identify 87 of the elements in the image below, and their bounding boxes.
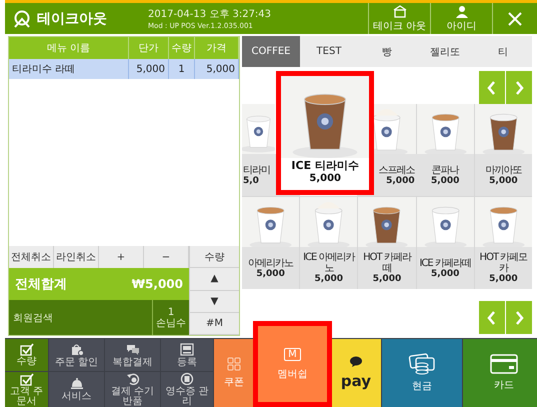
product-tile[interactable]: 콘파나 5,000	[416, 154, 474, 196]
order-button[interactable]: +	[99, 246, 144, 268]
product-tile[interactable]: HOT 카페모카 5,000	[474, 247, 532, 289]
cash-button[interactable]: 현금	[382, 339, 462, 407]
function-button[interactable]: 서비스	[49, 372, 104, 407]
product-name: 스프레소	[378, 164, 415, 176]
product-tile[interactable]: 마끼아또 5,000	[474, 154, 532, 196]
card-button[interactable]: 카드	[463, 339, 537, 407]
product-price: 5,000	[430, 268, 460, 278]
product-price: 5,000	[314, 274, 344, 284]
button-label: pay	[340, 372, 372, 390]
member-search-button[interactable]: 회원검색	[9, 300, 152, 335]
function-button[interactable]: 복합결제	[105, 339, 160, 371]
category-tab[interactable]: 젤리또	[416, 36, 474, 67]
product-price: 5,0	[243, 176, 259, 186]
total-label: 전체합계	[15, 276, 67, 293]
toggle-button[interactable]: 고객 주문서	[5, 372, 48, 407]
column-header: 가격	[194, 37, 238, 59]
product-price: 5,000	[489, 176, 518, 186]
product-name: HOT 카페모카	[478, 252, 528, 274]
screen-icon	[180, 342, 194, 356]
product-price: 5,000	[386, 176, 415, 186]
function-button[interactable]: 주문 할인	[49, 339, 104, 371]
total-amount: ₩5,000	[132, 277, 183, 291]
product-price: 5,000	[308, 173, 342, 184]
side-button[interactable]: 수량	[189, 246, 239, 268]
function-button[interactable]: 결제 수기 반품	[105, 372, 160, 407]
chat-icon	[126, 342, 140, 356]
product-name: ICE 아메리카노	[302, 252, 356, 274]
side-button[interactable]: #M	[189, 312, 239, 335]
product-name: 티라미	[243, 164, 270, 176]
side-button[interactable]: ▼	[189, 290, 239, 313]
return-icon	[126, 372, 140, 385]
product-name: 콘파나	[432, 164, 459, 176]
column-header: 단가	[128, 37, 168, 59]
button-label: 멤버쉽	[278, 368, 308, 380]
bell-icon	[70, 377, 84, 390]
product-name: 마끼아또	[485, 164, 522, 176]
category-tab[interactable]: 빵	[358, 36, 416, 67]
order-button[interactable]: 전체취소	[9, 246, 54, 268]
speech-bubble-icon	[349, 356, 363, 368]
guest-count: 1	[168, 306, 174, 318]
function-button[interactable]: 등록	[161, 339, 213, 371]
product-tile[interactable]: HOT 카페라떼 5,000	[358, 247, 416, 289]
bag-icon	[70, 342, 84, 356]
guest-label: 손님수	[156, 318, 186, 328]
membership-icon: M	[284, 348, 301, 360]
product-price: 5,000	[489, 274, 518, 284]
order-button[interactable]: 라인취소	[54, 246, 99, 268]
product-price: 5,000	[372, 274, 402, 284]
store-icon	[392, 4, 406, 18]
category-tab[interactable]: 티	[474, 36, 532, 67]
product-name: 아메리카노	[248, 258, 294, 268]
side-button[interactable]: ▲	[189, 268, 239, 290]
next-button[interactable]	[506, 301, 532, 334]
product-price: 5,000	[430, 176, 460, 186]
next-button[interactable]	[506, 71, 532, 104]
card-icon	[490, 354, 518, 374]
app-title: 테이크아웃	[37, 10, 107, 28]
column-header: 메뉴 이름	[9, 37, 128, 59]
column-header: 수량	[168, 37, 194, 59]
cash-icon	[408, 353, 436, 375]
table-cell: 5,000	[128, 59, 168, 79]
category-tab[interactable]: TEST	[300, 36, 358, 67]
toggle-button[interactable]: 수량	[5, 339, 48, 371]
product-tile[interactable]: ICE 카페라떼 5,000	[416, 247, 474, 289]
date-time: 2017-04-13 오후 3:27:43	[148, 8, 272, 21]
product-tile[interactable]: ICE 아메리카노 5,000	[300, 247, 358, 289]
order-row[interactable]: 티라미수 라떼 5,000 1 5,000	[9, 59, 238, 79]
function-button[interactable]: 영수증 관리	[161, 372, 213, 407]
prev-button[interactable]	[479, 71, 505, 104]
kakaopay-button[interactable]: pay	[331, 339, 381, 407]
order-button[interactable]: −	[144, 246, 189, 268]
close-icon	[507, 10, 523, 26]
person-icon	[454, 4, 468, 18]
table-cell: 티라미수 라떼	[9, 59, 128, 79]
category-tab[interactable]: COFFEE	[242, 36, 300, 67]
prev-button[interactable]	[479, 301, 505, 334]
grid-icon	[227, 357, 241, 371]
product-name: ICE 티라미수	[290, 158, 360, 173]
table-cell: 5,000	[194, 59, 238, 79]
table-cell: 1	[168, 59, 194, 79]
logo-icon	[13, 10, 31, 28]
product-price: 5,000	[256, 268, 285, 278]
product-name: HOT 카페라떼	[362, 252, 412, 274]
product-name: ICE 카페라떼	[419, 258, 471, 268]
product-tile[interactable]: 아메리카노 5,000	[242, 247, 300, 289]
